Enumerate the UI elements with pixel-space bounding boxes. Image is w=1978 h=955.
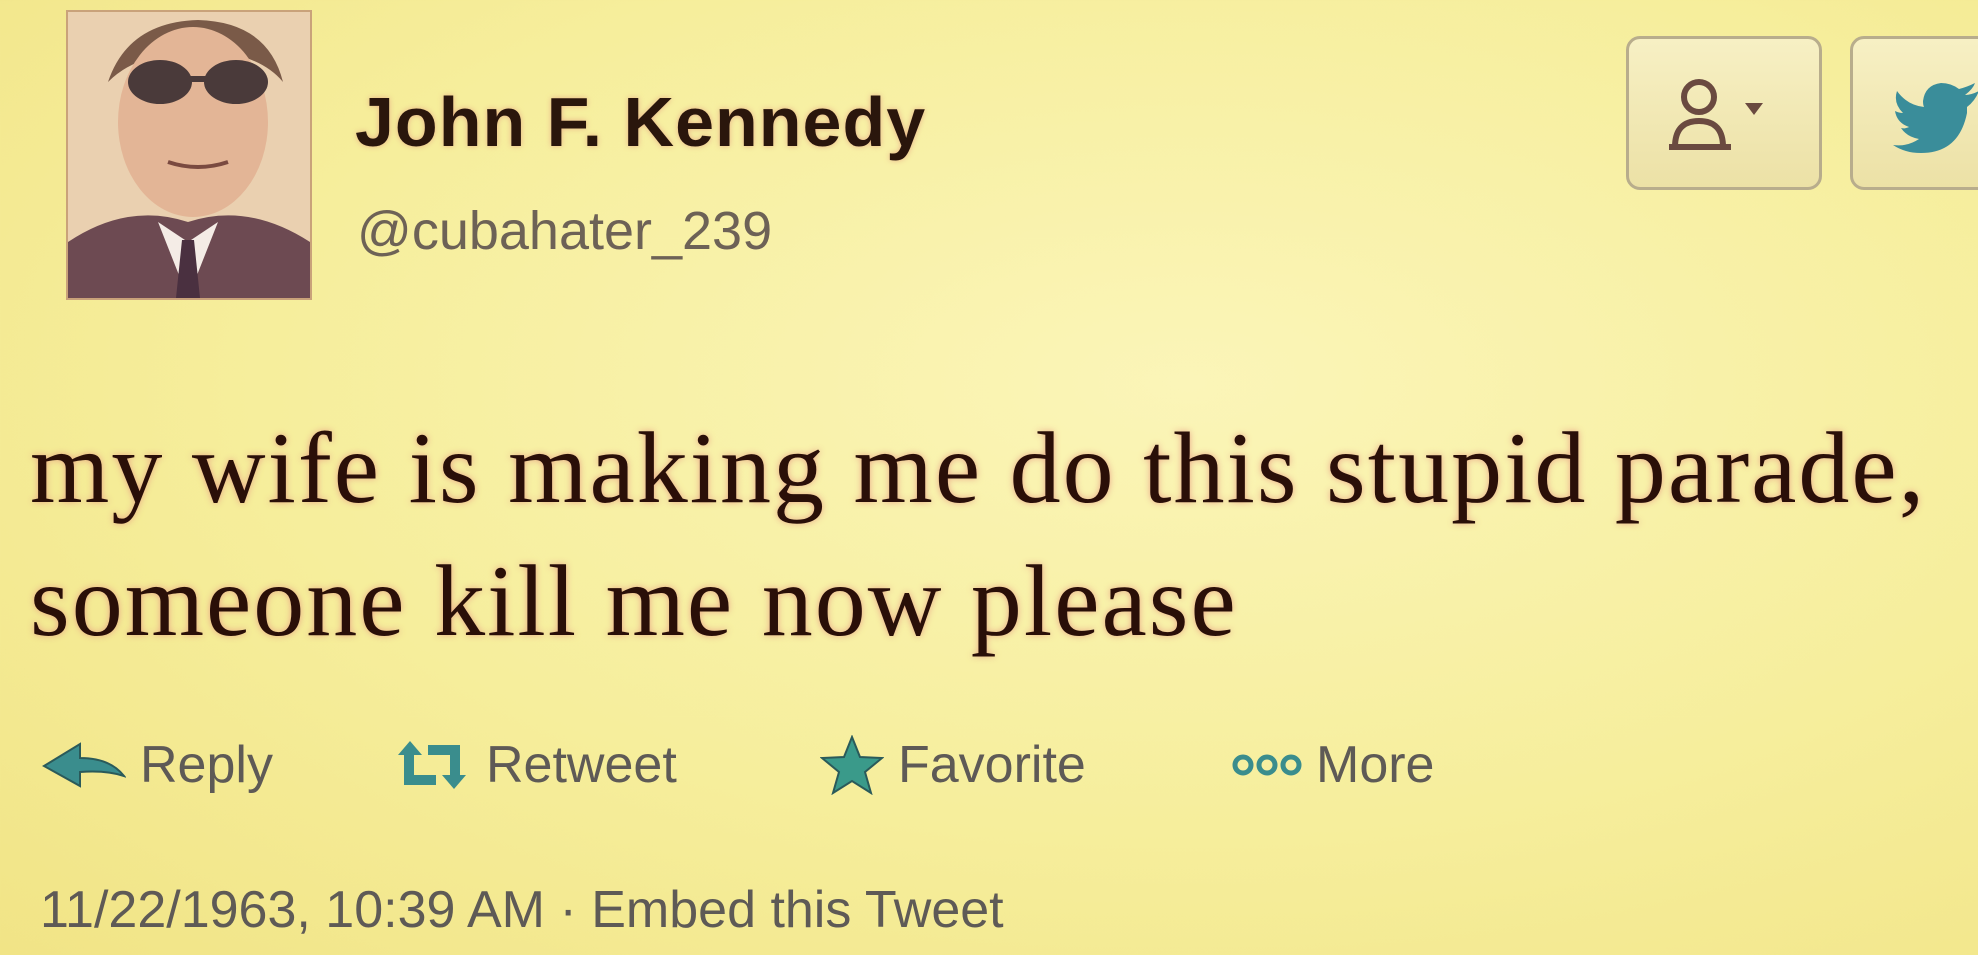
favorite-label: Favorite xyxy=(898,736,1086,794)
reply-arrow-icon xyxy=(42,742,126,788)
avatar[interactable] xyxy=(68,12,310,298)
star-icon xyxy=(820,735,884,795)
ellipsis-icon xyxy=(1232,754,1302,776)
person-icon xyxy=(1669,79,1763,150)
tweet-card: John F. Kennedy @cubahater_239 my wife i… xyxy=(0,0,1978,955)
tweet-text: my wife is making me do this stupid para… xyxy=(30,412,1927,658)
meta-separator: · xyxy=(559,881,577,939)
caret-down-icon xyxy=(1745,103,1763,115)
embed-link[interactable]: Embed this Tweet xyxy=(591,881,1003,939)
twitter-button[interactable] xyxy=(1850,36,1978,190)
favorite-button[interactable]: Favorite xyxy=(820,730,1086,800)
twitter-bird-icon xyxy=(1893,83,1978,153)
avatar-image xyxy=(68,12,310,298)
user-handle[interactable]: @cubahater_239 xyxy=(357,200,772,262)
reply-button[interactable]: Reply xyxy=(40,730,273,800)
reply-label: Reply xyxy=(140,736,273,794)
display-name[interactable]: John F. Kennedy xyxy=(355,82,926,162)
more-button[interactable]: More xyxy=(1232,730,1434,800)
follow-button[interactable] xyxy=(1626,36,1822,190)
retweet-icon xyxy=(398,741,466,789)
retweet-label: Retweet xyxy=(486,736,677,794)
more-label: More xyxy=(1316,736,1435,794)
timestamp[interactable]: 11/22/1963, 10:39 AM xyxy=(40,881,545,939)
retweet-button[interactable]: Retweet xyxy=(392,730,677,800)
tweet-meta: 11/22/1963, 10:39 AM · Embed this Tweet xyxy=(40,880,1004,940)
